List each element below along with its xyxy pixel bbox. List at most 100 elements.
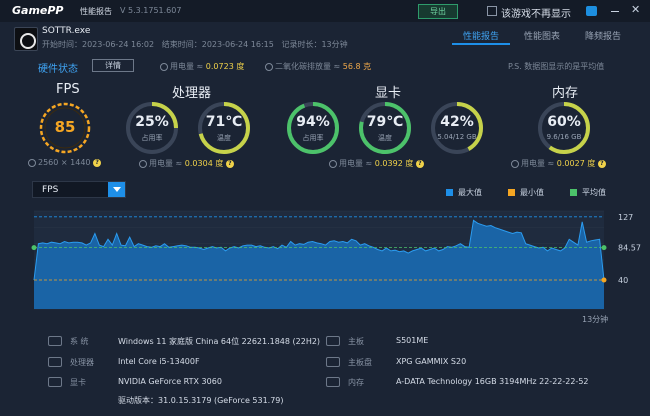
sysinfo-value: S501ME [396, 336, 429, 345]
legend-min-label: 最小值 [520, 188, 544, 197]
mem-power-value: 0.0027 度 [556, 159, 596, 168]
legend-avg-swatch [570, 189, 577, 196]
cpu-icon [48, 357, 62, 367]
no-show-checkbox[interactable] [487, 6, 497, 16]
camera-icon[interactable] [586, 6, 597, 16]
app-logo: GamePP [12, 4, 64, 17]
sysinfo-value: XPG GAMMIX S20 [396, 357, 467, 366]
export-button[interactable]: 导出 [418, 4, 458, 19]
co2-value: 56.8 克 [342, 62, 372, 71]
fps-gauge: 85 [37, 100, 93, 156]
mem-power-label: 用电量 ≈ [521, 159, 555, 168]
total-power: 用电量 ≈ 0.0723 度 [160, 61, 244, 72]
fps-chart: 127 84.57 40 13分钟 [31, 210, 641, 324]
start-time: 2023-06-24 16:02 [82, 40, 155, 49]
game-icon [14, 27, 38, 51]
gpu-title: 显卡 [375, 86, 402, 101]
power-icon [329, 159, 337, 168]
sysinfo-key: 系 统 [70, 337, 89, 346]
legend-min-swatch [508, 189, 515, 196]
sysinfo-value: A-DATA Technology 16GB 3194MHz 22-22-22-… [396, 377, 589, 386]
motherboard-icon [326, 336, 340, 346]
co2-label: 二氧化碳排放量 ≈ [275, 62, 341, 71]
co2-icon [265, 62, 273, 71]
mem-usage-gauge: 60% 9.6/16 GB [536, 100, 592, 156]
legend-avg-label: 平均值 [582, 188, 606, 197]
fps-title: FPS [56, 82, 80, 97]
tab-performance-chart[interactable]: 性能图表 [524, 29, 560, 42]
cpu-power-label: 用电量 ≈ [149, 159, 183, 168]
gpu-temp-label: 温度 [378, 134, 392, 142]
active-tab-indicator [452, 43, 510, 45]
gpu-power-label: 用电量 ≈ [339, 159, 373, 168]
legend-max-label: 最大值 [458, 188, 482, 197]
memory-icon [326, 377, 340, 387]
sysinfo-key: 处理器 [70, 358, 94, 367]
resolution: 2560 × 1440 ? [28, 158, 102, 167]
gpu-icon [48, 377, 62, 387]
help-icon[interactable]: ? [225, 159, 234, 168]
sysinfo-value: 驱动版本：31.0.15.3179 (GeForce 531.79) [118, 396, 284, 405]
hardware-status-title: 硬件状态 [38, 64, 78, 75]
cpu-temp-value: 71℃ [205, 114, 243, 130]
sysinfo-value: Intel Core i5-13400F [118, 357, 200, 366]
gpu-temp-value: 79℃ [366, 114, 404, 130]
sysinfo-key: 主板 [348, 337, 364, 346]
cpu-usage-value: 25% [135, 114, 169, 130]
cpu-power: 用电量 ≈ 0.0304 度 ? [139, 158, 234, 169]
cpu-temp-label: 温度 [217, 134, 231, 142]
disk-icon [326, 357, 340, 367]
fps-value: 85 [54, 118, 76, 136]
session-times: 开始时间：2023-06-24 16:02 结束时间：2023-06-24 16… [42, 39, 348, 50]
power-icon [139, 159, 147, 168]
cpu-title: 处理器 [172, 86, 212, 101]
minimize-icon[interactable] [611, 11, 619, 12]
no-show-label: 该游戏不再显示 [501, 9, 571, 20]
app-version: V 5.3.1751.607 [120, 6, 182, 15]
sysinfo-key: 内存 [348, 378, 364, 387]
help-icon[interactable]: ? [93, 158, 102, 167]
help-icon[interactable]: ? [415, 159, 424, 168]
gpu-power: 用电量 ≈ 0.0392 度 ? [329, 158, 424, 169]
min-label: 40 [618, 276, 628, 285]
avg-start-dot [31, 245, 37, 251]
sysinfo-key: 主板盘 [348, 358, 372, 367]
metric-select[interactable]: FPS [32, 181, 126, 198]
mem-usage-value: 60% [547, 114, 581, 130]
gpu-vram-gauge: 42% 5.04/12 GB [429, 100, 485, 156]
power-icon [160, 62, 168, 71]
tab-throttle-report[interactable]: 降频报告 [585, 29, 621, 42]
total-power-value: 0.0723 度 [205, 62, 245, 71]
resolution-value: 2560 × 1440 [38, 158, 91, 167]
close-icon[interactable]: ✕ [631, 3, 642, 16]
gpu-vram-value: 42% [440, 114, 474, 130]
windows-icon [48, 336, 62, 346]
sysinfo-value: Windows 11 家庭版 China 64位 22621.1848 (22H… [118, 337, 321, 346]
gpu-vram-label: 5.04/12 GB [437, 133, 477, 141]
duration-label: 记录时长： [281, 40, 322, 49]
cpu-usage-gauge: 25% 占用率 [124, 100, 180, 156]
end-label: 结束时间： [161, 40, 202, 49]
avg-end-dot [601, 245, 607, 251]
mem-usage-label: 9.6/16 GB [546, 133, 582, 141]
start-label: 开始时间： [42, 40, 82, 49]
cpu-usage-label: 占用率 [141, 134, 163, 142]
mem-title: 内存 [552, 86, 579, 101]
help-icon[interactable]: ? [597, 159, 606, 168]
min-dot [601, 277, 607, 283]
title-bar: GamePP 性能报告 V 5.3.1751.607 导出 该游戏不再显示 ✕ [0, 0, 650, 22]
legend-max-swatch [446, 189, 453, 196]
gpu-usage-label: 占用率 [302, 134, 324, 142]
detail-button[interactable]: 详情 [92, 59, 134, 72]
x-end-label: 13分钟 [582, 314, 608, 324]
gpu-temp-gauge: 79℃ 温度 [357, 100, 413, 156]
monitor-icon [28, 158, 36, 167]
co2-emission: 二氧化碳排放量 ≈ 56.8 克 [265, 61, 371, 72]
game-exe: SOTTR.exe [42, 26, 91, 36]
power-icon [511, 159, 519, 168]
chevron-down-icon[interactable] [108, 182, 125, 197]
gpu-usage-gauge: 94% 占用率 [285, 100, 341, 156]
gpu-usage-value: 94% [296, 114, 330, 130]
gpu-power-value: 0.0392 度 [374, 159, 414, 168]
tab-performance-report[interactable]: 性能报告 [463, 29, 499, 42]
